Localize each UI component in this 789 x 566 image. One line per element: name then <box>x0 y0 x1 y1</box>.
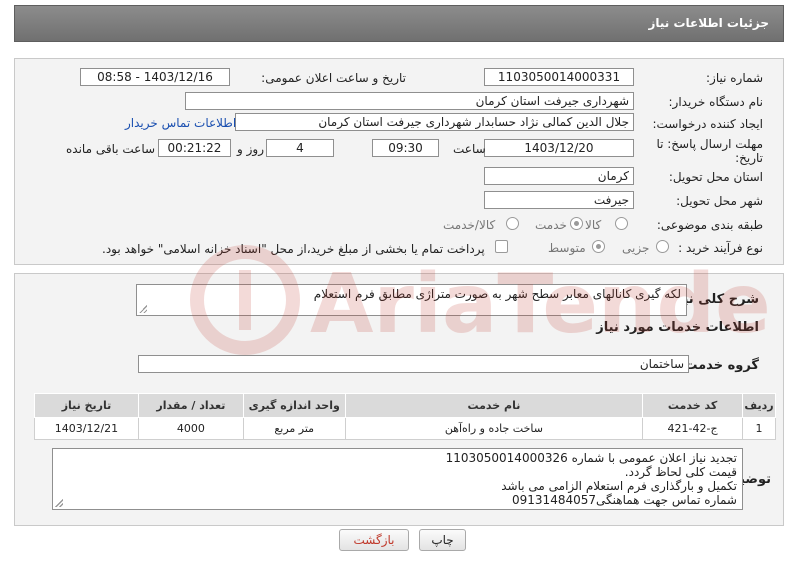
summary-textarea[interactable]: لکه گیری کانالهای معابر سطح شهر به صورت … <box>136 284 687 316</box>
category-option-goods-service: کالا/خدمت <box>443 218 496 232</box>
service-group-label: گروه خدمت: <box>679 358 759 373</box>
treasury-note: پرداخت تمام یا بخشی از مبلغ خرید،از محل … <box>102 242 485 256</box>
days-label: روز و <box>237 142 264 156</box>
category-option-goods: کالا <box>585 218 602 232</box>
service-group-field[interactable]: ساختمان <box>138 355 689 373</box>
page-header: جزئیات اطلاعات نیاز <box>14 5 784 42</box>
deadline-time-label: ساعت <box>453 142 486 156</box>
province-field[interactable]: کرمان <box>484 167 634 185</box>
table-row[interactable]: 1 ج-42-421 ساخت جاده و راه‌آهن متر مربع … <box>34 417 776 440</box>
need-info-panel <box>14 58 784 265</box>
services-table: ردیف کد خدمت نام خدمت واحد اندازه گیری ت… <box>34 393 776 440</box>
province-label: استان محل تحویل: <box>668 170 763 184</box>
city-label: شهر محل تحویل: <box>676 194 763 208</box>
need-number-label: شماره نیاز: <box>706 71 763 85</box>
cell-date: 1403/12/21 <box>34 417 139 440</box>
resize-grip-icon[interactable] <box>139 305 147 313</box>
process-radio-minor[interactable] <box>656 240 669 253</box>
cell-row: 1 <box>742 417 776 440</box>
deadline-date-label: تاریخ: <box>735 151 763 165</box>
process-radio-medium[interactable] <box>592 240 605 253</box>
services-table-header: ردیف کد خدمت نام خدمت واحد اندازه گیری ت… <box>34 393 776 418</box>
print-button[interactable]: چاپ <box>419 529 466 551</box>
resize-grip-icon[interactable] <box>55 499 63 507</box>
creator-label: ایجاد کننده درخواست: <box>652 117 763 131</box>
services-section-title: اطلاعات خدمات مورد نیاز <box>596 320 759 335</box>
time-remaining-label: ساعت باقی مانده <box>66 142 156 156</box>
category-radio-goods[interactable] <box>615 217 628 230</box>
process-type-label: نوع فرآیند خرید : <box>678 241 763 255</box>
creator-field[interactable]: جلال الدین کمالی نژاد حسابدار شهرداری جی… <box>235 113 634 131</box>
days-remaining-field[interactable]: 4 <box>266 139 334 157</box>
cell-name: ساخت جاده و راه‌آهن <box>344 417 644 440</box>
announce-datetime-label: تاریخ و ساعت اعلان عمومی: <box>261 71 406 85</box>
deadline-label: مهلت ارسال پاسخ: تا <box>656 137 763 151</box>
announce-datetime-field[interactable]: 1403/12/16 - 08:58 <box>80 68 230 86</box>
back-button[interactable]: بازگشت <box>339 529 409 551</box>
category-radio-goods-service[interactable] <box>506 217 519 230</box>
process-option-minor: جزیی <box>622 241 650 255</box>
time-remaining-field[interactable]: 00:21:22 <box>158 139 231 157</box>
cell-code: ج-42-421 <box>642 417 744 440</box>
deadline-date-field[interactable]: 1403/12/20 <box>484 139 634 157</box>
buyer-org-label: نام دستگاه خریدار: <box>668 95 764 109</box>
col-row: ردیف <box>742 393 776 418</box>
buyer-org-field[interactable]: شهرداری جیرفت استان کرمان <box>185 92 634 110</box>
col-date: تاریخ نیاز <box>34 393 139 418</box>
need-number-field[interactable]: 1103050014000331 <box>484 68 634 86</box>
col-quantity: تعداد / مقدار <box>137 393 244 418</box>
col-code: کد خدمت <box>642 393 744 418</box>
category-label: طبقه بندی موضوعی: <box>656 218 763 232</box>
page-title: جزئیات اطلاعات نیاز <box>648 16 769 30</box>
cell-unit: متر مربع <box>242 417 346 440</box>
buyer-contact-link[interactable]: اطلاعات تماس خریدار <box>125 116 236 130</box>
category-option-service: خدمت <box>535 218 567 232</box>
category-radio-service[interactable] <box>570 217 583 230</box>
city-field[interactable]: جیرفت <box>484 191 634 209</box>
buyer-notes-textarea[interactable]: تجدید نیاز اعلان عمومی با شماره 11030500… <box>52 448 743 510</box>
col-unit: واحد اندازه گیری <box>242 393 346 418</box>
treasury-checkbox[interactable] <box>495 240 508 253</box>
deadline-time-field[interactable]: 09:30 <box>372 139 439 157</box>
col-name: نام خدمت <box>344 393 644 418</box>
process-option-medium: متوسط <box>548 241 586 255</box>
cell-quantity: 4000 <box>137 417 244 440</box>
